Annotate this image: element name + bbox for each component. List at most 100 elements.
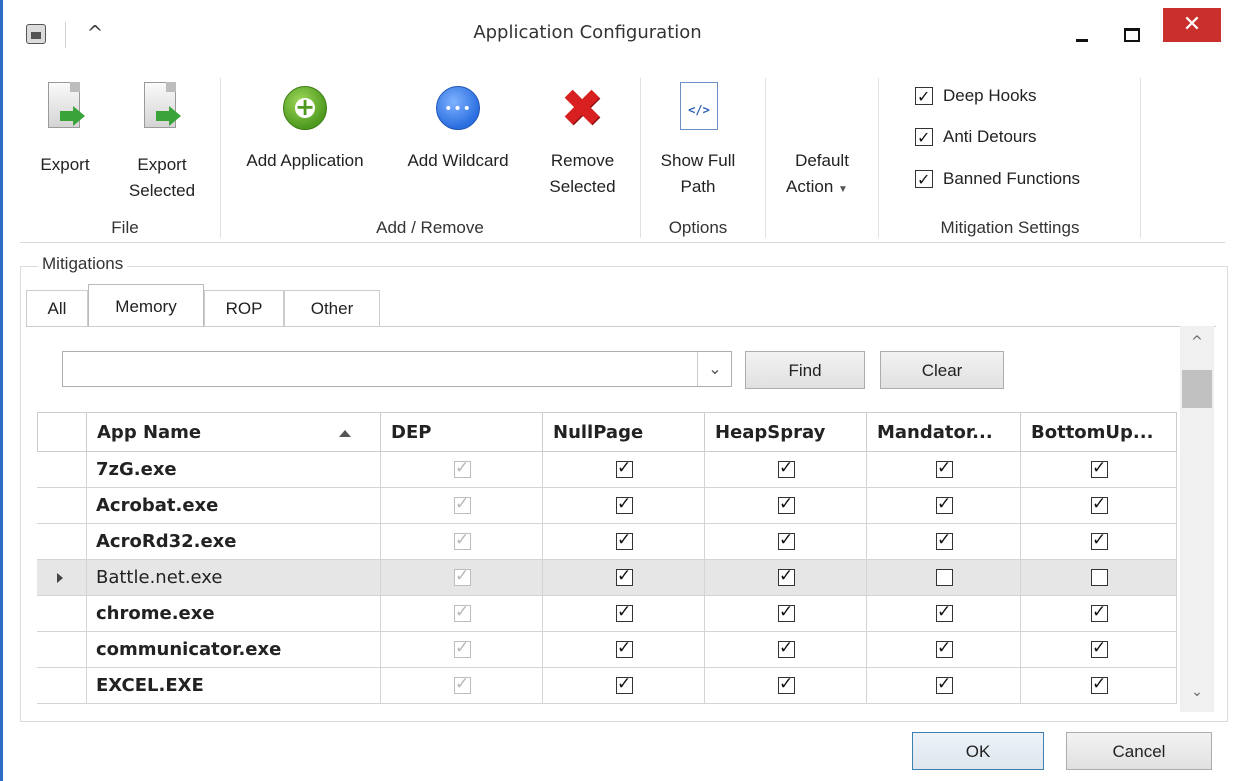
row-header[interactable] [37, 596, 87, 632]
app-name-cell[interactable]: 7zG.exe [86, 452, 381, 488]
dropdown-caret-icon: ▼ [838, 184, 848, 195]
mandatory-checkbox[interactable] [936, 569, 953, 586]
default-action-label-line2: Action [786, 177, 834, 196]
scroll-up-chevron-icon[interactable]: ^ [1180, 330, 1214, 354]
mandatory-checkbox[interactable] [936, 602, 953, 622]
tab-all[interactable]: All [26, 290, 88, 327]
heapspray-cell [704, 632, 867, 668]
default-action-dropdown[interactable]: Default Action ▼ [772, 82, 872, 202]
heapspray-checkbox[interactable] [778, 494, 795, 514]
dep-checkbox [454, 458, 471, 478]
cancel-button[interactable]: Cancel [1066, 732, 1212, 770]
app-name-cell[interactable]: Acrobat.exe [86, 488, 381, 524]
dep-checkbox [454, 530, 471, 550]
clear-button[interactable]: Clear [880, 351, 1004, 389]
bottomup-checkbox[interactable] [1091, 530, 1108, 550]
tab-rop[interactable]: ROP [204, 290, 284, 327]
close-button[interactable]: ✕ [1163, 8, 1221, 42]
export-button[interactable]: Export [30, 82, 100, 202]
column-header-heapspray[interactable]: HeapSpray [704, 412, 867, 452]
collapse-ribbon-chevron-up-icon[interactable]: ^ [82, 18, 108, 48]
heapspray-cell [704, 452, 867, 488]
dep-cell [380, 524, 543, 560]
table-row[interactable]: chrome.exe [37, 596, 1177, 632]
nullpage-checkbox[interactable] [616, 458, 633, 478]
app-name-cell[interactable]: communicator.exe [86, 632, 381, 668]
nullpage-checkbox[interactable] [616, 638, 633, 658]
export-selected-button[interactable]: Export Selected [112, 82, 212, 202]
nullpage-checkbox[interactable] [616, 674, 633, 694]
column-header-mandatory[interactable]: Mandator... [866, 412, 1021, 452]
nullpage-checkbox[interactable] [616, 494, 633, 514]
find-button[interactable]: Find [745, 351, 865, 389]
add-remove-group-label: Add / Remove [376, 218, 484, 237]
bottomup-checkbox[interactable] [1091, 494, 1108, 514]
nullpage-cell [542, 560, 705, 596]
bottomup-checkbox[interactable] [1091, 569, 1108, 586]
column-header-nullpage[interactable]: NullPage [542, 412, 705, 452]
nullpage-checkbox[interactable] [616, 530, 633, 550]
heapspray-checkbox[interactable] [778, 674, 795, 694]
add-wildcard-button[interactable]: Add Wildcard [388, 82, 528, 202]
remove-selected-button[interactable]: ✖ Remove Selected [535, 82, 630, 202]
heapspray-cell [704, 560, 867, 596]
bottomup-checkbox[interactable] [1091, 674, 1108, 694]
heapspray-checkbox[interactable] [778, 566, 795, 586]
heapspray-checkbox[interactable] [778, 530, 795, 550]
app-name-cell[interactable]: chrome.exe [86, 596, 381, 632]
mandatory-checkbox[interactable] [936, 674, 953, 694]
add-application-plus-icon [283, 86, 327, 130]
table-row[interactable]: EXCEL.EXE [37, 668, 1177, 704]
dep-cell [380, 452, 543, 488]
table-row[interactable]: 7zG.exe [37, 452, 1177, 488]
heapspray-checkbox[interactable] [778, 458, 795, 478]
scrollbar-thumb[interactable] [1182, 370, 1212, 408]
bottomup-cell [1020, 488, 1177, 524]
mandatory-checkbox[interactable] [936, 530, 953, 550]
mitigations-legend: Mitigations [38, 254, 128, 274]
table-row[interactable]: AcroRd32.exe [37, 524, 1177, 560]
remove-selected-label-line1: Remove [550, 151, 615, 170]
heapspray-checkbox[interactable] [778, 602, 795, 622]
tab-memory[interactable]: Memory [88, 284, 204, 329]
table-row[interactable]: Battle.net.exe [37, 560, 1177, 596]
row-header[interactable] [37, 452, 87, 488]
app-name-cell[interactable]: AcroRd32.exe [86, 524, 381, 560]
nullpage-checkbox[interactable] [616, 566, 633, 586]
row-header[interactable] [37, 488, 87, 524]
mandatory-checkbox[interactable] [936, 494, 953, 514]
row-header[interactable] [37, 524, 87, 560]
mandatory-checkbox[interactable] [936, 638, 953, 658]
add-application-button[interactable]: Add Application [225, 82, 385, 202]
export-icon [46, 82, 85, 130]
maximize-button[interactable] [1118, 20, 1144, 48]
app-name-cell[interactable]: Battle.net.exe [86, 560, 381, 596]
show-full-path-label-line2: Path [680, 177, 716, 196]
bottomup-checkbox[interactable] [1091, 458, 1108, 478]
search-dropdown-chevron-down-icon[interactable]: ⌄ [697, 352, 732, 386]
mandatory-checkbox[interactable] [936, 458, 953, 478]
row-header[interactable] [37, 632, 87, 668]
bottomup-checkbox[interactable] [1091, 638, 1108, 658]
nullpage-checkbox[interactable] [616, 602, 633, 622]
tab-other[interactable]: Other [284, 290, 380, 327]
bottomup-cell [1020, 560, 1177, 596]
table-row[interactable]: communicator.exe [37, 632, 1177, 668]
row-header[interactable] [37, 560, 87, 596]
show-full-path-button[interactable]: </> Show Full Path [648, 82, 748, 202]
scroll-down-chevron-icon[interactable]: ⌄ [1180, 680, 1214, 704]
default-action-label-line1: Default [795, 151, 849, 170]
column-header-app-name[interactable]: App Name [86, 412, 381, 452]
bottomup-checkbox[interactable] [1091, 602, 1108, 622]
column-header-dep[interactable]: DEP [380, 412, 543, 452]
search-input[interactable] [62, 351, 732, 387]
minimize-button[interactable] [1070, 20, 1094, 48]
row-header[interactable] [37, 668, 87, 704]
app-name-cell[interactable]: EXCEL.EXE [86, 668, 381, 704]
ribbon-separator [1140, 78, 1141, 238]
table-row[interactable]: Acrobat.exe [37, 488, 1177, 524]
heapspray-checkbox[interactable] [778, 638, 795, 658]
column-header-bottomup[interactable]: BottomUp... [1020, 412, 1177, 452]
app-icon[interactable] [26, 24, 46, 44]
ok-button[interactable]: OK [912, 732, 1044, 770]
